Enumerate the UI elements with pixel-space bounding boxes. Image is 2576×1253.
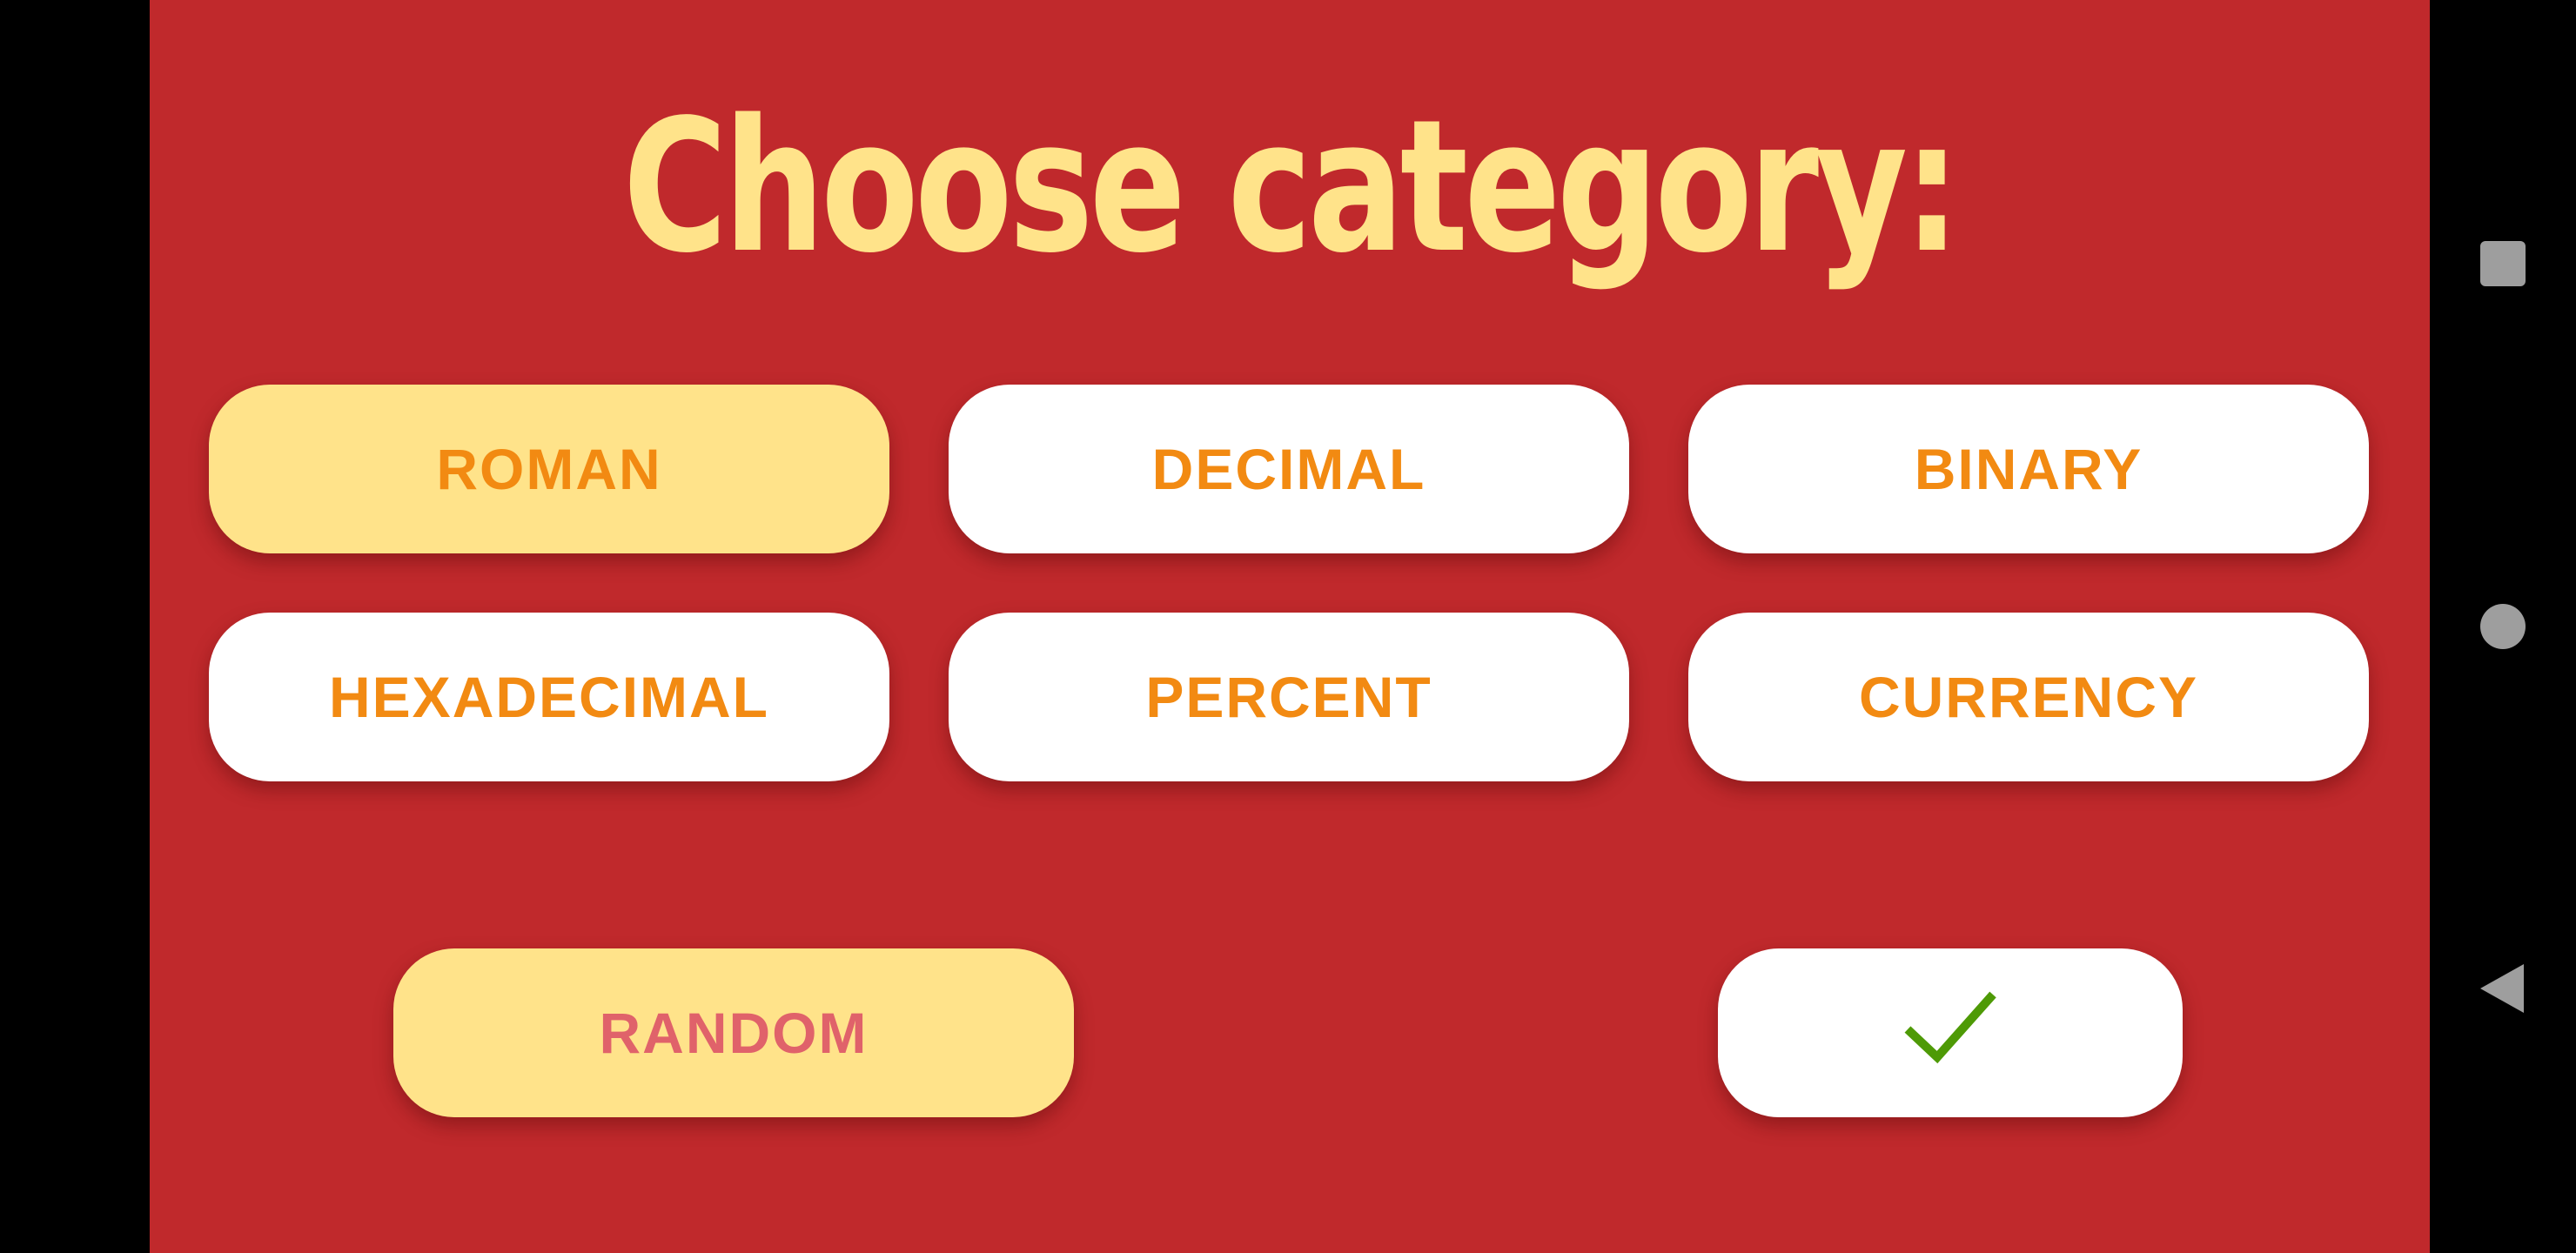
category-button-binary[interactable]: BINARY: [1688, 385, 2369, 553]
triangle-back-icon: [2480, 964, 2524, 1013]
checkmark-icon: [1902, 988, 1998, 1079]
left-black-bar: [0, 0, 150, 1253]
system-navigation-bar: [2430, 0, 2576, 1253]
page-title: Choose category:: [622, 80, 1961, 293]
back-button[interactable]: [2430, 961, 2576, 1016]
confirm-button[interactable]: [1718, 948, 2183, 1117]
home-button[interactable]: [2430, 604, 2576, 649]
category-button-hexadecimal[interactable]: HEXADECIMAL: [209, 613, 889, 781]
recents-button[interactable]: [2430, 241, 2576, 286]
random-button[interactable]: RANDOM: [393, 948, 1074, 1117]
category-screen: Choose category: ROMAN DECIMAL BINARY HE…: [150, 0, 2430, 1253]
circle-icon: [2480, 604, 2526, 649]
category-button-percent[interactable]: PERCENT: [949, 613, 1629, 781]
device-screen: Choose category: ROMAN DECIMAL BINARY HE…: [0, 0, 2576, 1253]
square-icon: [2480, 241, 2526, 286]
category-button-currency[interactable]: CURRENCY: [1688, 613, 2369, 781]
category-button-roman[interactable]: ROMAN: [209, 385, 889, 553]
category-button-decimal[interactable]: DECIMAL: [949, 385, 1629, 553]
